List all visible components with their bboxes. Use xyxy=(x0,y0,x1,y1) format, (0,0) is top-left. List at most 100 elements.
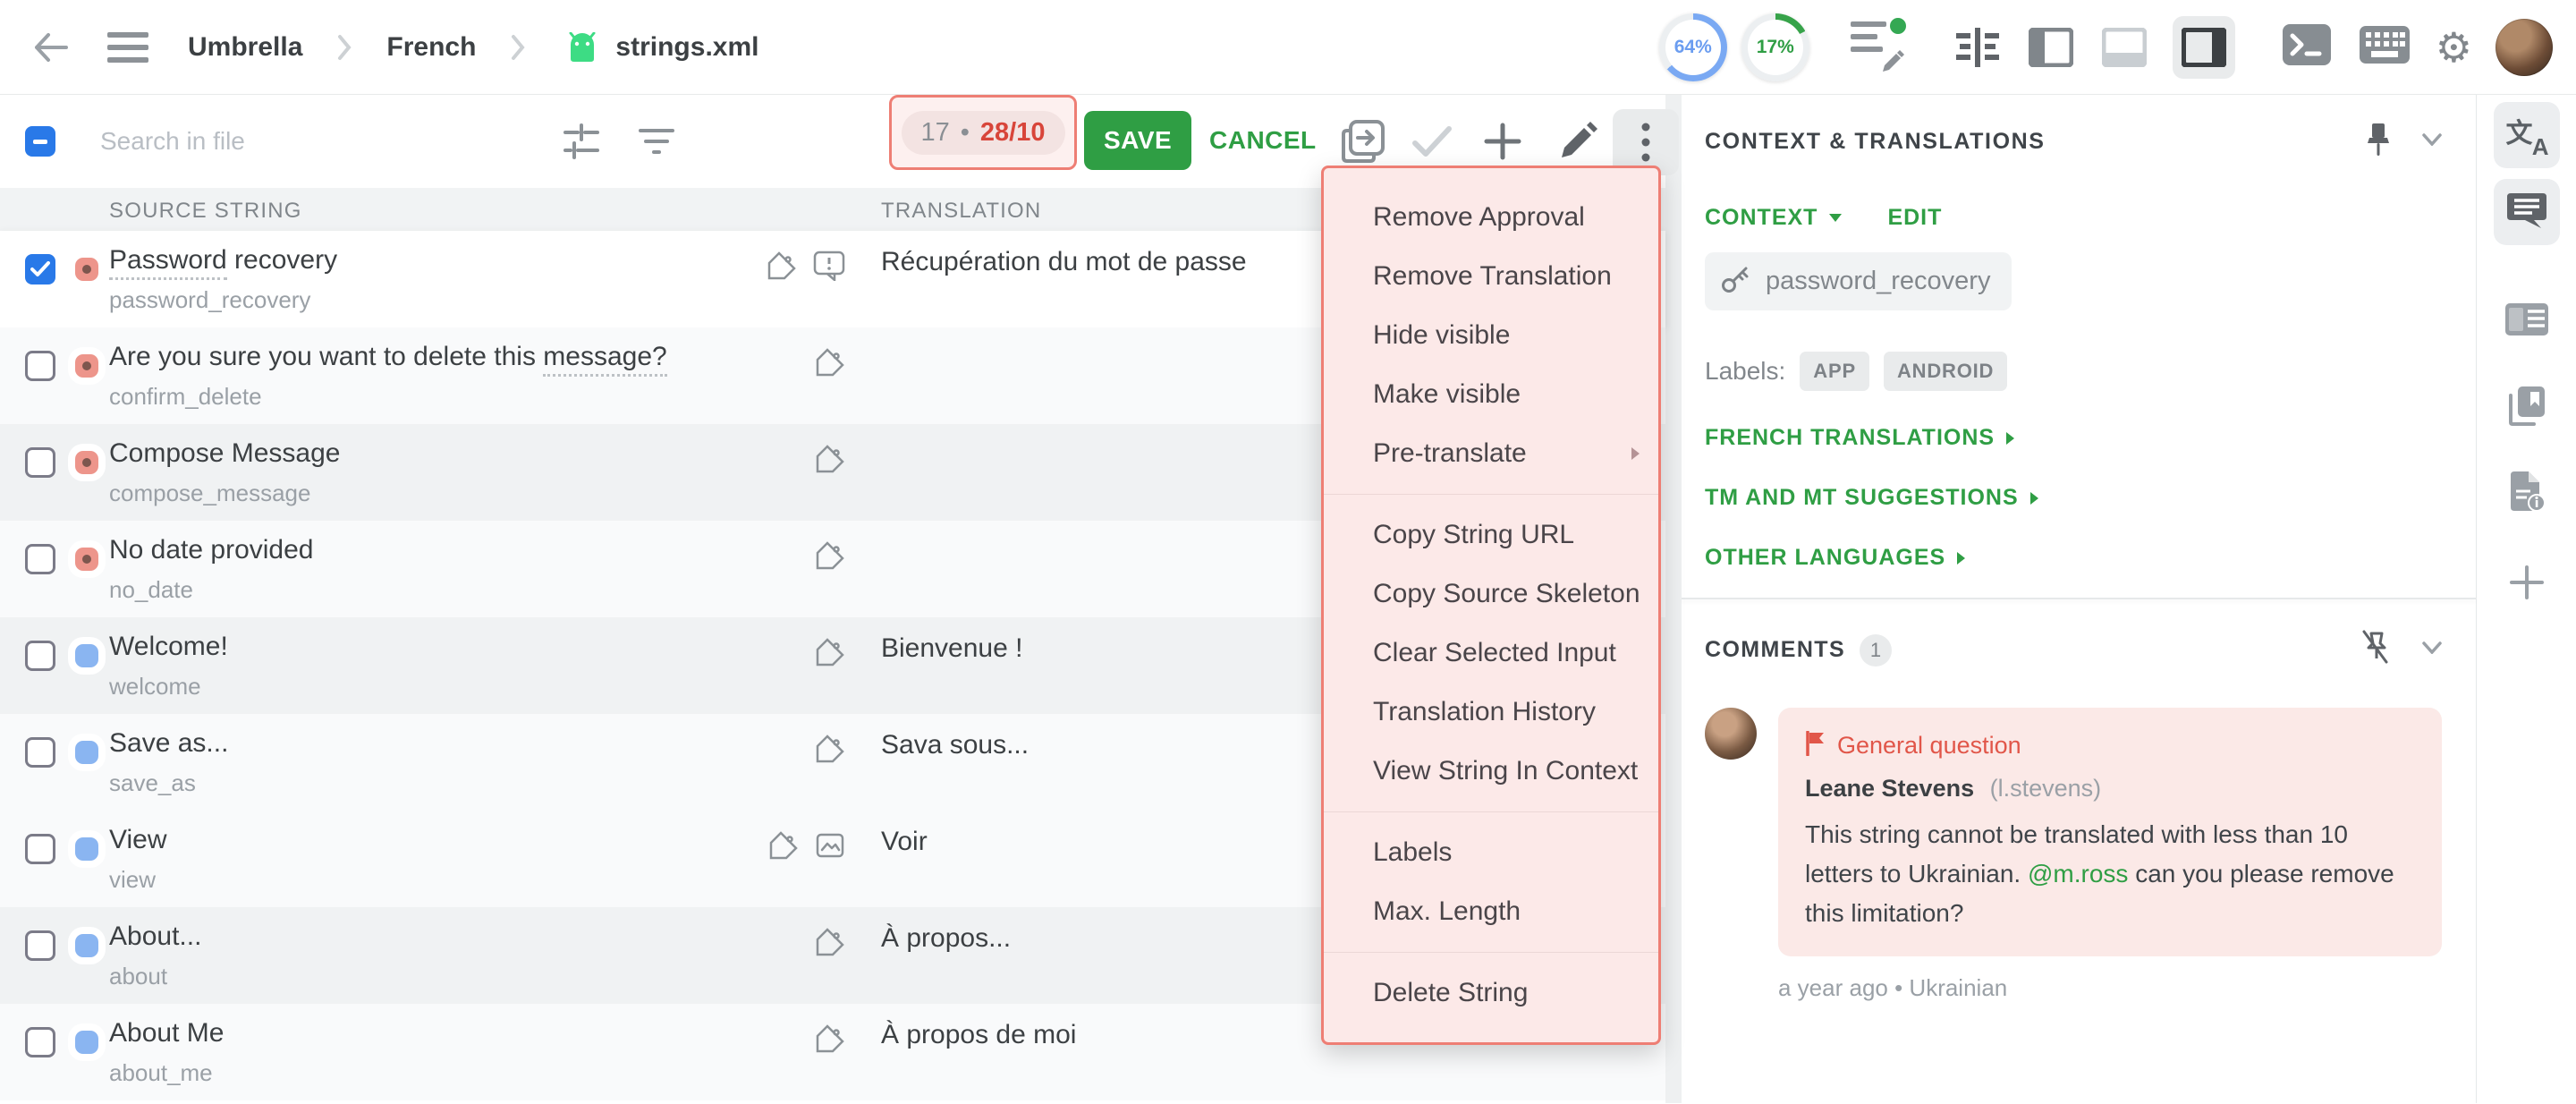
string-key: about xyxy=(109,963,167,990)
menu-item-view-string-in-context[interactable]: View String In Context xyxy=(1324,742,1658,801)
label-tag-icon xyxy=(815,1023,845,1058)
row-checkbox[interactable] xyxy=(25,1027,55,1057)
edit-pencil-icon[interactable] xyxy=(1556,120,1599,167)
label-chip[interactable]: ANDROID xyxy=(1884,352,2007,391)
label-chip[interactable]: APP xyxy=(1800,352,1869,391)
menu-item-labels[interactable]: Labels xyxy=(1324,823,1658,882)
save-button[interactable]: SAVE xyxy=(1084,111,1191,170)
label-tag-icon xyxy=(768,830,799,865)
string-key: save_as xyxy=(109,769,196,797)
comment-body: This string cannot be translated with le… xyxy=(1805,815,2415,933)
layout-bottom-panel-icon[interactable] xyxy=(2099,22,2149,72)
row-checkbox[interactable] xyxy=(25,930,55,961)
comments-title: COMMENTS xyxy=(1705,637,1845,663)
flag-icon xyxy=(1805,731,1825,760)
chevron-down-icon[interactable] xyxy=(2422,641,2442,658)
android-icon xyxy=(564,32,601,63)
menu-item-clear-selected-input[interactable]: Clear Selected Input xyxy=(1324,624,1658,683)
row-checkbox[interactable] xyxy=(25,641,55,671)
row-checkbox[interactable] xyxy=(25,447,55,478)
section-french-translations[interactable]: FRENCH TRANSLATIONS xyxy=(1705,425,2442,451)
file-info-icon xyxy=(2507,470,2546,517)
comments-tab[interactable] xyxy=(2494,179,2560,245)
chevron-right-icon xyxy=(2029,491,2039,505)
menu-item-hide-visible[interactable]: Hide visible xyxy=(1324,306,1658,365)
chevron-down-icon[interactable] xyxy=(2422,133,2442,150)
layout-side-by-side-icon[interactable] xyxy=(2026,22,2076,72)
menu-item-remove-approval[interactable]: Remove Approval xyxy=(1324,188,1658,247)
word-count: 17 xyxy=(921,118,950,148)
qa-highlight: message? xyxy=(543,342,666,377)
terminal-icon[interactable] xyxy=(2282,23,2332,71)
add-panel-button[interactable] xyxy=(2494,549,2560,616)
menu-item-make-visible[interactable]: Make visible xyxy=(1324,365,1658,424)
panel-title: CONTEXT & TRANSLATIONS xyxy=(1705,129,2046,155)
advanced-filter-icon[interactable] xyxy=(562,122,601,166)
select-all-checkbox[interactable] xyxy=(25,126,55,157)
comment-author[interactable]: Leane Stevens xyxy=(1805,775,1974,802)
menu-item-copy-string-url[interactable]: Copy String URL xyxy=(1324,505,1658,565)
translations-tab[interactable]: 文A xyxy=(2494,102,2560,168)
unpin-icon[interactable] xyxy=(2360,630,2390,670)
comment-username: (l.stevens) xyxy=(1990,775,2102,802)
row-checkbox[interactable] xyxy=(25,737,55,768)
breadcrumb-project[interactable]: Umbrella xyxy=(188,32,302,63)
translated-progress-gauge[interactable]: 64% xyxy=(1659,13,1727,81)
comments-count-badge: 1 xyxy=(1860,634,1892,667)
menu-icon[interactable] xyxy=(107,32,148,63)
context-dropdown[interactable]: CONTEXT xyxy=(1705,205,1843,231)
section-tm-mt-suggestions[interactable]: TM AND MT SUGGESTIONS xyxy=(1705,485,2442,511)
translation-header: TRANSLATION xyxy=(881,199,1041,224)
menu-item-copy-source-skeleton[interactable]: Copy Source Skeleton xyxy=(1324,565,1658,624)
row-checkbox[interactable] xyxy=(25,544,55,574)
copy-source-icon[interactable] xyxy=(1340,118,1386,169)
glossary-tab[interactable] xyxy=(2494,374,2560,440)
chevron-right-icon xyxy=(510,34,526,61)
scroll-gutter[interactable] xyxy=(1665,95,1682,1103)
string-key-value: password_recovery xyxy=(1766,267,1990,296)
chevron-down-icon xyxy=(1828,213,1843,223)
keyboard-icon[interactable] xyxy=(2359,25,2411,69)
breadcrumb-language[interactable]: French xyxy=(386,32,476,63)
string-key-chip[interactable]: password_recovery xyxy=(1705,252,2012,310)
status-translated-icon xyxy=(75,934,98,957)
breadcrumb-file[interactable]: strings.xml xyxy=(615,32,758,63)
status-untranslated-icon xyxy=(75,451,98,474)
label-tag-icon xyxy=(815,637,845,672)
section-other-languages[interactable]: OTHER LANGUAGES xyxy=(1705,545,2442,571)
back-icon[interactable] xyxy=(30,28,70,67)
string-context-menu: Remove Approval Remove Translation Hide … xyxy=(1321,166,1661,1045)
edit-context-button[interactable]: EDIT xyxy=(1887,205,1942,231)
cancel-button[interactable]: CANCEL xyxy=(1209,111,1317,170)
layout-strings-icon[interactable] xyxy=(1953,22,2003,72)
string-key: about_me xyxy=(109,1059,213,1087)
user-mention[interactable]: @m.ross xyxy=(2028,860,2128,887)
filter-icon[interactable] xyxy=(637,122,676,166)
approved-progress-gauge[interactable]: 17% xyxy=(1741,13,1809,81)
char-limit-counter: 28/10 xyxy=(980,118,1046,148)
menu-item-translation-history[interactable]: Translation History xyxy=(1324,683,1658,742)
comment-card: General question Leane Stevens (l.steven… xyxy=(1778,708,2442,956)
approve-check-icon[interactable] xyxy=(1411,123,1453,164)
add-string-icon[interactable] xyxy=(1483,122,1522,166)
translated-progress-value: 64% xyxy=(1665,20,1721,75)
menu-item-max-length[interactable]: Max. Length xyxy=(1324,882,1658,941)
row-checkbox[interactable] xyxy=(25,351,55,381)
activity-icon[interactable] xyxy=(1851,21,1906,73)
menu-item-delete-string[interactable]: Delete String xyxy=(1324,964,1658,1023)
string-counter: 17 • 28/10 xyxy=(902,111,1065,155)
user-avatar[interactable] xyxy=(2496,19,2553,76)
row-checkbox[interactable] xyxy=(25,834,55,864)
pin-icon[interactable] xyxy=(2365,122,2392,162)
top-bar: Umbrella French strings.xml 64% 17% xyxy=(0,0,2576,95)
menu-item-remove-translation[interactable]: Remove Translation xyxy=(1324,247,1658,306)
settings-gear-icon[interactable]: ⚙ xyxy=(2436,27,2472,68)
layout-right-panel-icon[interactable] xyxy=(2173,16,2235,79)
row-checkbox[interactable] xyxy=(25,254,55,284)
file-info-tab[interactable] xyxy=(2494,460,2560,526)
translation-memory-tab[interactable] xyxy=(2494,288,2560,354)
menu-item-pre-translate[interactable]: Pre-translate xyxy=(1324,424,1658,483)
commenter-avatar[interactable] xyxy=(1705,708,1757,760)
search-input[interactable]: Search in file xyxy=(100,127,245,156)
label-tag-icon xyxy=(815,734,845,769)
